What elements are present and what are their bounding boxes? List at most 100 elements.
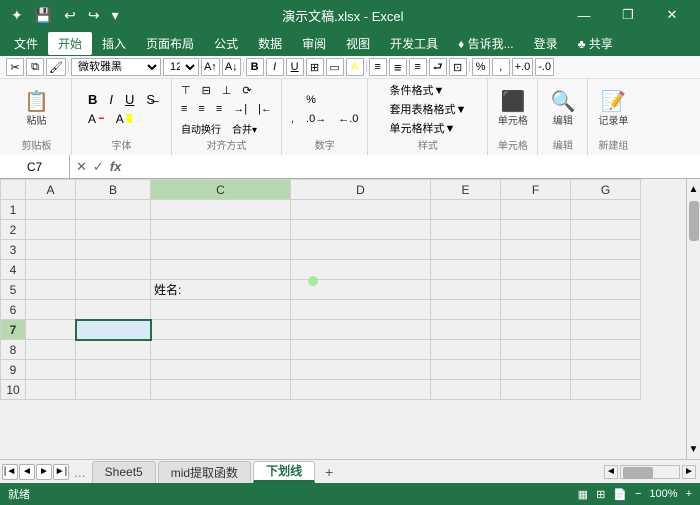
cell-7-7[interactable] — [571, 320, 641, 340]
menu-help[interactable]: ♦ 告诉我... — [448, 32, 523, 55]
cancel-formula-btn[interactable]: ✕ — [74, 159, 89, 175]
cell-7-3[interactable] — [151, 320, 291, 340]
cell-9-5[interactable] — [431, 360, 501, 380]
menu-review[interactable]: 审阅 — [292, 32, 336, 55]
middle-align-btn[interactable]: ⊟ — [197, 81, 216, 99]
scroll-left-btn[interactable]: ◄ — [604, 465, 618, 479]
align-left-btn[interactable]: ≡ — [369, 58, 387, 76]
scroll-up-btn[interactable]: ▲ — [687, 179, 700, 199]
cell-3-2[interactable] — [76, 240, 151, 260]
bottom-align-btn[interactable]: ⊥ — [217, 81, 237, 99]
row-header-9[interactable]: 9 — [1, 360, 26, 380]
bold-btn[interactable]: B — [246, 58, 264, 76]
dec-decimal-large-btn[interactable]: ←.0 — [333, 110, 363, 128]
cell-6-4[interactable] — [291, 300, 431, 320]
sheet-tab-2[interactable]: 下划线 — [253, 461, 315, 483]
normal-view-btn[interactable]: ▦ — [578, 488, 588, 501]
page-break-btn[interactable]: ⊞ — [596, 488, 605, 501]
merge-center-btn[interactable]: ⊡ — [449, 58, 467, 76]
row-header-1[interactable]: 1 — [1, 200, 26, 220]
bold-large-btn[interactable]: B — [83, 91, 102, 109]
cut-btn[interactable]: ✂ — [6, 58, 24, 76]
confirm-formula-btn[interactable]: ✓ — [91, 159, 106, 175]
cell-style-btn[interactable]: 单元格样式▼ — [384, 119, 471, 137]
row-header-7[interactable]: 7 — [1, 320, 26, 340]
cell-1-5[interactable] — [431, 200, 501, 220]
decrease-decimal-btn[interactable]: -.0 — [535, 58, 554, 76]
add-sheet-btn[interactable]: + — [319, 462, 339, 482]
cell-2-5[interactable] — [431, 220, 501, 240]
cell-3-7[interactable] — [571, 240, 641, 260]
cell-reference-box[interactable]: C7 — [0, 155, 70, 178]
cell-9-7[interactable] — [571, 360, 641, 380]
save-quick-btn[interactable]: 💾 — [32, 5, 55, 26]
font-size-increase-btn[interactable]: A↑ — [201, 58, 220, 76]
align-right-btn[interactable]: ≡ — [409, 58, 427, 76]
cell-3-5[interactable] — [431, 240, 501, 260]
cell-8-5[interactable] — [431, 340, 501, 360]
font-size-decrease-btn[interactable]: A↓ — [222, 58, 241, 76]
comma-large-btn[interactable]: , — [286, 110, 299, 128]
vertical-scrollbar[interactable]: ▲ ▼ — [686, 179, 700, 459]
col-header-e[interactable]: E — [431, 180, 501, 200]
cell-2-1[interactable] — [26, 220, 76, 240]
undo-quick-btn[interactable]: ↩ — [61, 5, 79, 26]
cell-8-7[interactable] — [571, 340, 641, 360]
tab-next-btn[interactable]: ► — [36, 464, 52, 480]
paste-btn[interactable]: 📋 粘贴 — [20, 89, 53, 130]
tab-first-btn[interactable]: |◄ — [2, 464, 18, 480]
cell-1-2[interactable] — [76, 200, 151, 220]
cell-7-2[interactable] — [76, 320, 151, 340]
cell-4-4[interactable] — [291, 260, 431, 280]
font-color-btn[interactable]: A — [346, 58, 364, 76]
cell-8-6[interactable] — [501, 340, 571, 360]
zoom-out-btn[interactable]: − — [635, 488, 641, 500]
h-center-btn[interactable]: ≡ — [193, 100, 209, 118]
border-btn[interactable]: ⊞ — [306, 58, 324, 76]
cell-9-6[interactable] — [501, 360, 571, 380]
highlight-large-btn[interactable]: A━ — [111, 110, 137, 128]
cell-5-6[interactable] — [501, 280, 571, 300]
copy-btn[interactable]: ⧉ — [26, 58, 44, 76]
menu-login[interactable]: 登录 — [524, 32, 568, 55]
cell-10-4[interactable] — [291, 380, 431, 400]
row-header-3[interactable]: 3 — [1, 240, 26, 260]
strikethrough-large-btn[interactable]: S̶ — [141, 91, 160, 109]
record-btn[interactable]: 📝 记录单 — [594, 89, 632, 130]
menu-insert[interactable]: 插入 — [92, 32, 136, 55]
cell-10-6[interactable] — [501, 380, 571, 400]
row-header-8[interactable]: 8 — [1, 340, 26, 360]
menu-file[interactable]: 文件 — [4, 32, 48, 55]
menu-page-layout[interactable]: 页面布局 — [136, 32, 204, 55]
cell-1-7[interactable] — [571, 200, 641, 220]
row-header-5[interactable]: 5 — [1, 280, 26, 300]
number-format-btn[interactable]: % — [472, 58, 490, 76]
top-align-btn[interactable]: ⊤ — [176, 81, 196, 99]
cell-2-6[interactable] — [501, 220, 571, 240]
cell-6-6[interactable] — [501, 300, 571, 320]
sheet-tab-1[interactable]: mid提取函数 — [158, 461, 251, 483]
conditional-format-btn[interactable]: 条件格式▼ — [384, 81, 471, 99]
cell-9-4[interactable] — [291, 360, 431, 380]
cell-10-3[interactable] — [151, 380, 291, 400]
indent-right-btn[interactable]: |← — [253, 100, 277, 118]
tab-prev-btn[interactable]: ◄ — [19, 464, 35, 480]
indent-left-btn[interactable]: →| — [228, 100, 252, 118]
cell-5-1[interactable] — [26, 280, 76, 300]
cell-3-4[interactable] — [291, 240, 431, 260]
cell-1-3[interactable] — [151, 200, 291, 220]
tab-last-btn[interactable]: ►| — [53, 464, 69, 480]
col-header-c[interactable]: C — [151, 180, 291, 200]
inc-decimal-large-btn[interactable]: .0→ — [301, 110, 331, 128]
edit-btn[interactable]: 🔍 编辑 — [546, 89, 579, 130]
cell-4-1[interactable] — [26, 260, 76, 280]
maximize-btn[interactable]: ❐ — [608, 4, 648, 26]
menu-home[interactable]: 开始 — [48, 32, 92, 55]
underline-large-btn[interactable]: U — [120, 91, 139, 109]
cell-6-7[interactable] — [571, 300, 641, 320]
cell-7-1[interactable] — [26, 320, 76, 340]
cell-10-5[interactable] — [431, 380, 501, 400]
h-left-btn[interactable]: ≡ — [176, 100, 192, 118]
cell-8-3[interactable] — [151, 340, 291, 360]
menu-share[interactable]: ♣ 共享 — [568, 32, 623, 55]
